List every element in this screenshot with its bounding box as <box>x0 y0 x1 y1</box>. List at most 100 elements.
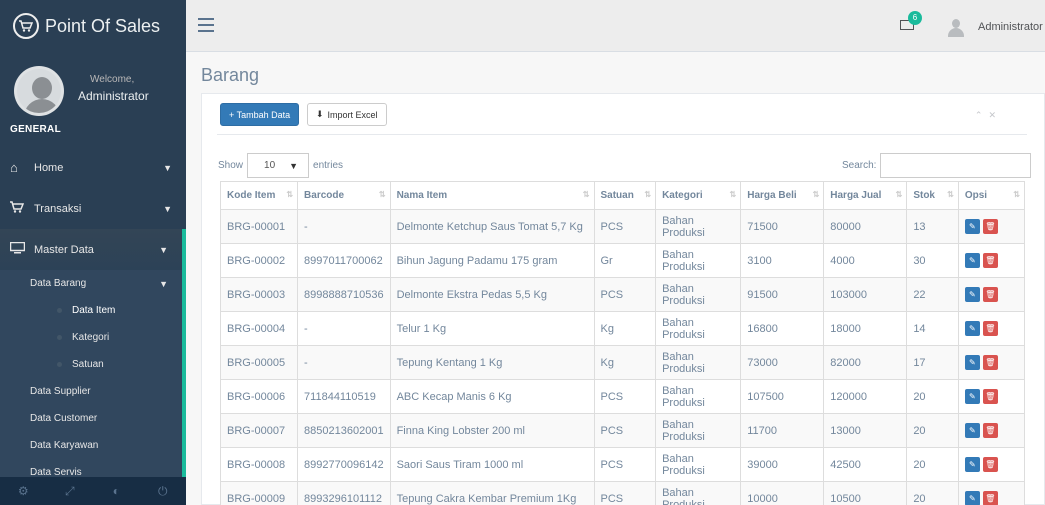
user-name: Administrator <box>978 21 1043 33</box>
table-cell: 8997011700062 <box>297 243 391 278</box>
search-input[interactable] <box>880 153 1032 178</box>
table-cell: Finna King Lobster 200 ml <box>389 413 595 448</box>
sort-icon: ⇅ <box>1013 190 1020 199</box>
delete-icon[interactable]: 🗑 <box>982 491 998 505</box>
table-cell: BRG-00003 <box>219 277 299 312</box>
sidebar-item-kategori[interactable]: Kategori <box>0 324 182 351</box>
table-cell: 8993296101112 <box>297 481 391 505</box>
delete-icon[interactable]: 🗑 <box>982 287 998 302</box>
delete-icon[interactable]: 🗑 <box>982 219 998 234</box>
chevron-down-icon: ▼ <box>289 160 299 171</box>
sidebar-item-data-customer[interactable]: Data Customer <box>0 405 182 432</box>
table-cell: Bahan Produksi <box>655 209 742 244</box>
column-header[interactable]: Opsi ⇅ <box>957 181 1026 210</box>
fullscreen-icon[interactable]: ⤢ <box>47 477 94 505</box>
user-menu[interactable]: Administrator ⌄ <box>978 20 1045 33</box>
column-header[interactable]: Harga Beli ⇅ <box>740 181 825 210</box>
sidebar-item-master-data[interactable]: Master Data ▼ <box>0 229 186 270</box>
sidebar-item-satuan[interactable]: Satuan <box>0 351 182 378</box>
brand[interactable]: Point Of Sales <box>0 0 186 52</box>
table-cell: 30 <box>906 243 959 278</box>
entries-select[interactable]: 10 ▼ <box>247 153 310 178</box>
chevron-down-icon: ▼ <box>163 203 172 214</box>
delete-icon[interactable]: 🗑 <box>982 253 998 268</box>
table-cell: Bahan Produksi <box>655 277 742 312</box>
cart-icon <box>10 201 28 216</box>
edit-icon[interactable]: ✎ <box>964 219 980 234</box>
settings-icon[interactable]: ⚙ <box>0 477 47 505</box>
search-label: Search: <box>842 160 877 171</box>
sidebar-item-label: Satuan <box>72 359 104 370</box>
sidebar-item-data-supplier[interactable]: Data Supplier <box>0 378 182 405</box>
column-header[interactable]: Nama Item ⇅ <box>389 181 595 210</box>
column-header[interactable]: Satuan ⇅ <box>593 181 657 210</box>
table-cell: Bahan Produksi <box>655 413 742 448</box>
table-cell: Bahan Produksi <box>655 345 742 380</box>
sidebar-item-label: Master Data <box>34 243 94 256</box>
power-icon[interactable]: ⏻ <box>140 477 187 505</box>
edit-icon[interactable]: ✎ <box>964 321 980 336</box>
column-header-label: Nama Item <box>396 190 448 201</box>
sidebar-item-data-karyawan[interactable]: Data Karyawan <box>0 432 182 459</box>
table-cell: 42500 <box>823 447 908 482</box>
column-header[interactable]: Barcode ⇅ <box>297 181 391 210</box>
column-header[interactable]: Kategori ⇅ <box>655 181 742 210</box>
table-cell: 20 <box>906 413 959 448</box>
column-header[interactable]: Harga Jual ⇅ <box>823 181 908 210</box>
edit-icon[interactable]: ✎ <box>964 457 980 472</box>
table-cell: BRG-00008 <box>219 447 299 482</box>
delete-icon[interactable]: 🗑 <box>982 457 998 472</box>
column-header[interactable]: Kode Item ⇅ <box>219 181 299 210</box>
table-row: BRG-00004- Telur 1 Kg Kg Bahan Produksi 1680… <box>219 311 1026 346</box>
close-icon[interactable]: ✕ <box>988 110 1002 120</box>
import-excel-button[interactable]: ⬇ Import Excel <box>307 103 387 126</box>
table-row: BRG-00003 8998888710536 Delmonte Ekstra Pe… <box>219 277 1026 312</box>
column-header[interactable]: Stok ⇅ <box>906 181 959 210</box>
table-cell: 10500 <box>823 481 908 505</box>
table-cell: Kg <box>593 311 657 346</box>
edit-icon[interactable]: ✎ <box>964 287 980 302</box>
avatar <box>14 66 64 116</box>
table-cell: 80000 <box>823 209 908 244</box>
options-cell: ✎ 🗑 <box>957 345 1026 380</box>
edit-icon[interactable]: ✎ <box>964 389 980 404</box>
column-header-label: Harga Jual <box>830 190 882 201</box>
delete-icon[interactable]: 🗑 <box>982 321 998 336</box>
menu-toggle-icon[interactable] <box>198 18 214 32</box>
bullet-icon <box>57 308 62 313</box>
sidebar-item-transaksi[interactable]: Transaksi ▼ <box>0 188 186 229</box>
table-row: BRG-00002 8997011700062 Bihun Jagung Padam… <box>219 243 1026 278</box>
sort-icon: ⇅ <box>895 190 903 199</box>
panel: + Tambah Data ⬇ Import Excel ⌃✕ Show 10 … <box>201 93 1045 505</box>
table-cell: Bahan Produksi <box>655 481 742 505</box>
column-header-label: Kategori <box>662 190 703 201</box>
table-row: BRG-00007 8850213602001 Finna King Lobster… <box>219 413 1026 448</box>
edit-icon[interactable]: ✎ <box>964 253 980 268</box>
sidebar-item-label: Transaksi <box>34 202 82 215</box>
delete-icon[interactable]: 🗑 <box>982 355 998 370</box>
user-avatar[interactable] <box>948 19 964 37</box>
sidebar-item-home[interactable]: ⌂ Home ▼ <box>0 147 186 188</box>
home-icon: ⌂ <box>10 160 18 175</box>
sort-icon: ⇅ <box>812 190 820 199</box>
sidebar-item-label: Data Karyawan <box>30 440 99 451</box>
delete-icon[interactable]: 🗑 <box>982 423 998 438</box>
delete-icon[interactable]: 🗑 <box>982 389 998 404</box>
sort-icon: ⇅ <box>644 190 652 199</box>
edit-icon[interactable]: ✎ <box>964 491 980 505</box>
edit-icon[interactable]: ✎ <box>964 423 980 438</box>
table-cell: 22 <box>906 277 959 312</box>
add-data-button[interactable]: + Tambah Data <box>220 103 300 126</box>
sidebar-item-data-barang[interactable]: Data Barang ▼ <box>0 270 182 297</box>
collapse-icon[interactable]: ⌃ <box>975 110 989 120</box>
sidebar-item-label: Data Supplier <box>30 386 91 397</box>
edit-icon[interactable]: ✎ <box>964 355 980 370</box>
table-cell: ABC Kecap Manis 6 Kg <box>389 379 595 414</box>
section-title: GENERAL <box>10 124 61 135</box>
sidebar-item-label: Home <box>34 161 64 174</box>
eye-slash-icon[interactable]: ◐ <box>93 477 140 505</box>
sidebar-item-data-item[interactable]: Data Item <box>0 297 182 324</box>
sidebar-item-label: Data Item <box>72 305 116 316</box>
sidebar-menu: ⌂ Home ▼ Transaksi ▼ Master Data ▼ Data … <box>0 147 186 486</box>
brand-title: Point Of Sales <box>45 15 161 36</box>
